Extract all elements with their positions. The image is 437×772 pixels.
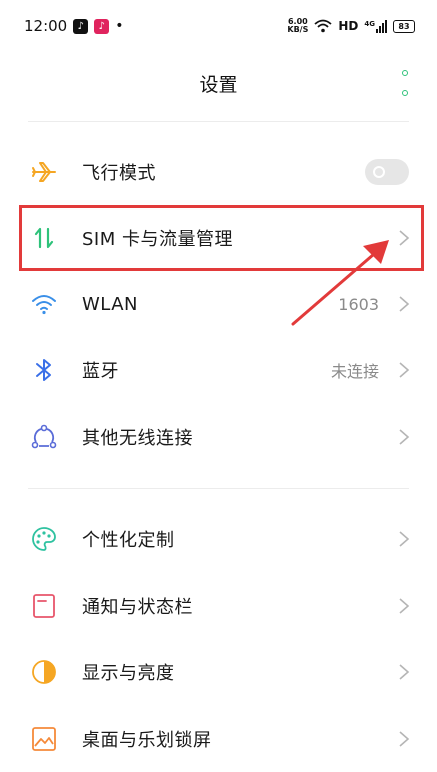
personalization-label: 个性化定制 — [82, 530, 175, 551]
status-time: 12:00 — [24, 17, 68, 35]
display-label: 显示与亮度 — [82, 663, 175, 684]
battery-icon: 83 — [393, 19, 415, 33]
airplane-mode-toggle[interactable] — [365, 159, 409, 185]
wifi-icon — [314, 19, 332, 33]
desktop-lockscreen-label: 桌面与乐划锁屏 — [82, 730, 212, 751]
wlan-label: WLAN — [82, 293, 139, 315]
wireless-connections-icon — [30, 423, 58, 451]
network-speed: 6.00 KB/S — [287, 18, 308, 34]
bluetooth-icon — [30, 356, 58, 384]
chevron-right-icon — [399, 598, 410, 614]
settings-item-airplane-mode[interactable]: 飞行模式 — [0, 139, 437, 205]
tiktok-lite-notification-icon: ♪ — [94, 18, 110, 34]
hd-voice-indicator: HD — [338, 19, 359, 33]
settings-item-bluetooth[interactable]: 蓝牙 未连接 — [0, 337, 437, 403]
network-speed-unit: KB/S — [287, 25, 309, 34]
section-divider — [28, 488, 409, 489]
pointer-arrow-icon — [291, 240, 389, 326]
bluetooth-status: 未连接 — [330, 362, 379, 381]
chevron-right-icon — [399, 531, 410, 547]
settings-item-personalization[interactable]: 个性化定制 — [0, 506, 437, 572]
other-wireless-label: 其他无线连接 — [82, 428, 193, 449]
status-right: 6.00 KB/S HD 4G 83 — [287, 18, 415, 34]
status-left: 12:00 ♪ ♪ • — [24, 17, 124, 35]
settings-item-display[interactable]: 显示与亮度 — [0, 639, 437, 705]
wallpaper-icon — [30, 725, 58, 753]
notifications-label: 通知与状态栏 — [82, 597, 193, 618]
bluetooth-label: 蓝牙 — [82, 361, 119, 382]
palette-icon — [30, 525, 58, 553]
tiktok-notification-icon: ♪ — [73, 18, 89, 34]
page-title: 设置 — [199, 73, 238, 96]
brightness-icon — [30, 658, 58, 686]
airplane-mode-label: 飞行模式 — [82, 163, 156, 184]
more-options-button[interactable] — [395, 70, 415, 96]
airplane-icon — [30, 158, 58, 186]
notification-bar-icon — [30, 592, 58, 620]
status-bar: 12:00 ♪ ♪ • 6.00 KB/S HD 4G 83 — [0, 0, 437, 52]
chevron-right-icon — [399, 362, 410, 378]
page-header: 设置 — [0, 60, 437, 106]
chevron-right-icon — [399, 296, 410, 312]
cellular-signal-icon: 4G — [364, 19, 387, 33]
chevron-right-icon — [399, 731, 410, 747]
chevron-right-icon — [399, 429, 410, 445]
settings-item-desktop-lockscreen[interactable]: 桌面与乐划锁屏 — [0, 706, 437, 772]
signal-type: 4G — [364, 19, 375, 28]
wifi-settings-icon — [30, 290, 58, 318]
settings-item-notifications[interactable]: 通知与状态栏 — [0, 573, 437, 639]
more-notifications-dot: • — [115, 18, 124, 34]
chevron-right-icon — [399, 664, 410, 680]
settings-item-other-wireless[interactable]: 其他无线连接 — [0, 404, 437, 470]
top-divider — [28, 121, 409, 122]
